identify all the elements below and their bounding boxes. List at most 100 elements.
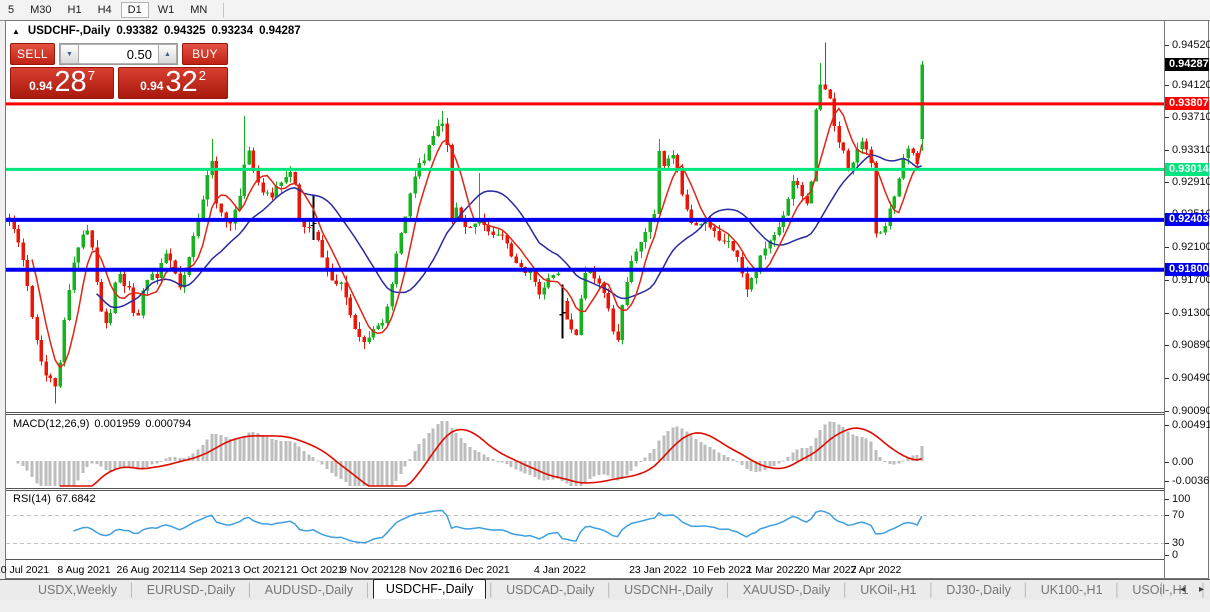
date-axis-label: 20 Mar 2022 [798,564,857,576]
tab-ukoil-h1[interactable]: UKOil-,H1 [850,581,926,599]
tab-separator: │ [724,583,732,597]
tab-separator: │ [841,583,849,597]
date-axis-label: 21 Oct 2021 [286,564,343,576]
tab-usdx-weekly[interactable]: USDX,Weekly [28,581,127,599]
tab-scroll-left-icon[interactable]: ◂ [1180,584,1185,595]
ohlc-high: 0.94325 [164,25,206,37]
timeframe-button-d1[interactable]: D1 [121,2,149,18]
date-axis-label: 3 Oct 2021 [234,564,285,576]
tab-separator: │ [1022,583,1030,597]
chart-title: ▲ USDCHF-,Daily 0.93382 0.94325 0.93234 … [12,25,301,37]
date-axis-label: 26 Aug 2021 [117,564,176,576]
price-axis-label: 0.90890 [1172,339,1210,351]
toolbar-separator [223,3,224,18]
sell-price-pipette: 7 [88,68,95,83]
rsi-indicator-label: RSI(14) 67.6842 [13,493,101,505]
tab-audusd-daily[interactable]: AUDUSD-,Daily [255,581,363,599]
buy-price-big-digits: 32 [165,68,197,97]
buy-button[interactable]: BUY [182,43,228,65]
price-axis-label: 0.94120 [1172,79,1210,91]
macd-axis-label: 0.00 [1172,456,1193,468]
timeframe-button-h1[interactable]: H1 [61,2,89,18]
price-axis-label: 0.92910 [1172,176,1210,188]
level-price-badge: 0.93807 [1165,97,1209,110]
rsi-axis-label: 30 [1172,537,1184,549]
price-axis-label: 0.93710 [1172,111,1210,123]
sell-button[interactable]: SELL [10,43,55,65]
chart-background [6,21,1164,578]
tab-separator: │ [246,583,254,597]
timeframe-toolbar: 5M30H1H4D1W1MN [0,0,1210,21]
price-axis-label: 0.94520 [1172,39,1210,51]
sell-price-big-digits: 28 [54,68,86,97]
sell-price-prefix: 0.94 [29,79,52,93]
date-axis-label: 9 Nov 2021 [341,564,395,576]
tab-separator: │ [1114,583,1122,597]
tab-scroll-right-icon[interactable]: ▸ [1199,584,1204,595]
rsi-value: 67.6842 [56,493,96,505]
volume-input[interactable]: 0.50 [79,44,158,64]
ohlc-close: 0.94287 [259,25,301,37]
price-axis-label: 0.90490 [1172,372,1210,384]
date-axis-label: 16 Dec 2021 [450,564,510,576]
tab-usdcnh-daily[interactable]: USDCNH-,Daily [614,581,723,599]
tab-uk100-h1[interactable]: UK100-,H1 [1031,581,1113,599]
ohlc-low: 0.93234 [212,25,254,37]
tab-separator: │ [927,583,935,597]
macd-axis-label: -0.003614 [1172,475,1210,487]
volume-decrease-button[interactable]: ▼ [60,44,79,64]
ohlc-open: 0.93382 [116,25,158,37]
price-axis-label: 0.93310 [1172,144,1210,156]
tab-separator: │ [605,583,613,597]
buy-price-pipette: 2 [199,68,206,83]
current-price-badge: 0.94287 [1165,58,1209,71]
buy-price-display[interactable]: 0.94 32 2 [118,67,228,99]
tab-scroll-separator: │ [1158,582,1166,596]
date-axis-label: 10 Feb 2022 [693,564,752,576]
price-axis-label: 0.90090 [1172,405,1210,417]
sell-price-display[interactable]: 0.94 28 7 [10,67,114,99]
tab-separator: │ [128,583,136,597]
date-axis-label: 23 Jan 2022 [629,564,687,576]
date-axis-label: 20 Jul 2021 [0,564,49,576]
timeframe-button-h4[interactable]: H4 [91,2,119,18]
volume-spinner: ▼ 0.50 ▲ [59,43,178,65]
one-click-trading-panel: SELL ▼ 0.50 ▲ BUY 0.94 28 7 0.94 32 2 [10,43,228,99]
macd-signal-value: 0.000794 [145,418,191,430]
chart-symbol: USDCHF-,Daily [28,25,110,37]
macd-main-value: 0.001959 [94,418,140,430]
collapse-triangle-icon[interactable]: ▲ [12,27,20,36]
price-axis-label: 0.91300 [1172,307,1210,319]
tab-dj30-daily[interactable]: DJ30-,Daily [936,581,1021,599]
date-axis-label: 1 Mar 2022 [746,564,799,576]
tab-usdchf-daily[interactable]: USDCHF-,Daily [373,579,487,599]
date-axis-label: 28 Nov 2021 [394,564,454,576]
price-axis-label: 0.92100 [1172,241,1210,253]
date-axis-label: 7 Apr 2022 [851,564,902,576]
volume-increase-button[interactable]: ▲ [158,44,177,64]
macd-axis-label: 0.004913 [1172,419,1210,431]
level-price-badge: 0.93014 [1165,163,1209,176]
level-price-badge: 0.92403 [1165,213,1209,226]
tab-xauusd-daily[interactable]: XAUUSD-,Daily [733,581,841,599]
timeframe-button-5[interactable]: 5 [1,2,21,18]
level-price-badge: 0.91800 [1165,263,1209,276]
date-axis-label: 14 Sep 2021 [174,564,234,576]
tab-eurusd-daily[interactable]: EURUSD-,Daily [137,581,245,599]
timeframe-button-w1[interactable]: W1 [151,2,182,18]
tab-separator: │ [364,583,372,597]
tab-usdcad-daily[interactable]: USDCAD-,Daily [496,581,604,599]
rsi-axis-label: 0 [1172,549,1178,561]
buy-price-prefix: 0.94 [140,79,163,93]
rsi-axis-label: 100 [1172,493,1190,505]
rsi-name: RSI(14) [13,493,51,505]
date-axis-label: 4 Jan 2022 [534,564,586,576]
tab-scroll-buttons: │ ◂ ▸ [1158,582,1204,596]
rsi-axis-label: 70 [1172,509,1184,521]
chart-tab-bar: USDX,Weekly│EURUSD-,Daily│AUDUSD-,Daily│… [0,579,1210,600]
date-axis-label: 8 Aug 2021 [57,564,110,576]
timeframe-button-m30[interactable]: M30 [23,2,58,18]
tab-separator: │ [487,583,495,597]
macd-indicator-label: MACD(12,26,9)0.0019590.000794 [13,418,196,430]
timeframe-button-mn[interactable]: MN [183,2,214,18]
